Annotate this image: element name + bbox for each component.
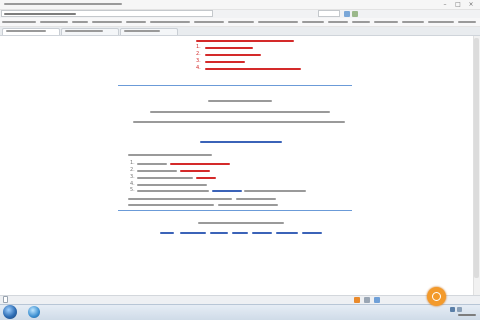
instruction-number: 5.: [130, 187, 135, 193]
bookmark-item[interactable]: [374, 21, 398, 23]
status-bar: [0, 295, 480, 304]
status-tool-icon[interactable]: [374, 297, 380, 303]
bookmark-item[interactable]: [126, 21, 146, 23]
instruction-text: [137, 163, 167, 165]
scrollbar-thumb[interactable]: [474, 38, 479, 278]
instruction-highlight: [180, 170, 210, 172]
bookmark-item[interactable]: [428, 21, 454, 23]
page-content: [0, 36, 473, 295]
instruction-text: [137, 184, 207, 186]
browser-title-bar: [0, 0, 480, 10]
clock-text[interactable]: [458, 314, 476, 316]
contact-line: [128, 204, 214, 206]
instruction-text: [137, 177, 193, 179]
instruction-text: [137, 190, 209, 192]
divider: [118, 210, 352, 211]
instruction-highlight: [196, 177, 216, 179]
instruction-text: [244, 190, 306, 192]
window-title-text: [4, 3, 122, 5]
instruction-link[interactable]: [212, 190, 242, 192]
close-icon[interactable]: ×: [466, 1, 476, 8]
address-url-text: [4, 13, 76, 15]
bookmark-item[interactable]: [302, 21, 324, 23]
notice-item-text: [205, 54, 261, 56]
status-tool-icon[interactable]: [364, 297, 370, 303]
notice-item-number: 2.: [196, 51, 201, 57]
instruction-number: 3.: [130, 174, 135, 180]
contact-line: [236, 198, 276, 200]
page-icon: [3, 296, 8, 303]
windows-start-orb-icon[interactable]: [3, 305, 17, 319]
footer-link[interactable]: [160, 232, 174, 234]
notice-item-number: 3.: [196, 58, 201, 64]
footer-link[interactable]: [180, 232, 206, 234]
toolbar-button-icon[interactable]: [344, 11, 350, 17]
paragraph-line: [133, 121, 345, 123]
notice-heading: [196, 40, 294, 42]
toolbar-button-icon[interactable]: [352, 11, 358, 17]
bookmark-item[interactable]: [72, 21, 88, 23]
help-link[interactable]: [200, 141, 282, 143]
tray-icon[interactable]: [450, 307, 455, 312]
footer-link[interactable]: [252, 232, 272, 234]
maximize-icon[interactable]: □: [453, 1, 463, 8]
tab-label: [65, 30, 103, 32]
contact-line: [128, 198, 232, 200]
taskbar: [0, 304, 480, 320]
bookmark-item[interactable]: [328, 21, 348, 23]
bookmark-item[interactable]: [92, 21, 122, 23]
section-title: [208, 100, 272, 102]
instruction-text: [137, 170, 177, 172]
instruction-highlight: [170, 163, 230, 165]
footer-link[interactable]: [276, 232, 298, 234]
tray-icon[interactable]: [457, 307, 462, 312]
footer-note: [198, 222, 284, 224]
bookmark-item[interactable]: [228, 21, 254, 23]
bookmark-item[interactable]: [458, 21, 476, 23]
tab-label: [6, 30, 46, 32]
contact-line: [218, 204, 278, 206]
bookmark-item[interactable]: [40, 21, 68, 23]
minimize-icon[interactable]: –: [440, 1, 450, 8]
status-tool-icon[interactable]: [354, 297, 360, 303]
footer-link[interactable]: [210, 232, 228, 234]
instruction-number: 2.: [130, 167, 135, 173]
paragraph-line: [150, 111, 330, 113]
divider: [118, 85, 352, 86]
list-intro: [128, 154, 212, 156]
orange-tray-icon-ring: [432, 292, 441, 301]
search-input[interactable]: [318, 10, 340, 17]
browser-icon[interactable]: [28, 306, 40, 318]
notice-item-number: 1.: [196, 44, 201, 50]
bookmark-item[interactable]: [2, 21, 36, 23]
instruction-number: 1.: [130, 160, 135, 166]
bookmark-item[interactable]: [194, 21, 224, 23]
notice-item-text: [205, 61, 245, 63]
bookmark-item[interactable]: [150, 21, 190, 23]
footer-link[interactable]: [302, 232, 322, 234]
notice-item-number: 4.: [196, 65, 201, 71]
notice-item-text: [205, 47, 253, 49]
footer-link[interactable]: [232, 232, 248, 234]
bookmark-item[interactable]: [402, 21, 424, 23]
bookmark-item[interactable]: [258, 21, 298, 23]
tab-label: [124, 30, 160, 32]
notice-item-text: [205, 68, 301, 70]
bookmark-item[interactable]: [352, 21, 370, 23]
